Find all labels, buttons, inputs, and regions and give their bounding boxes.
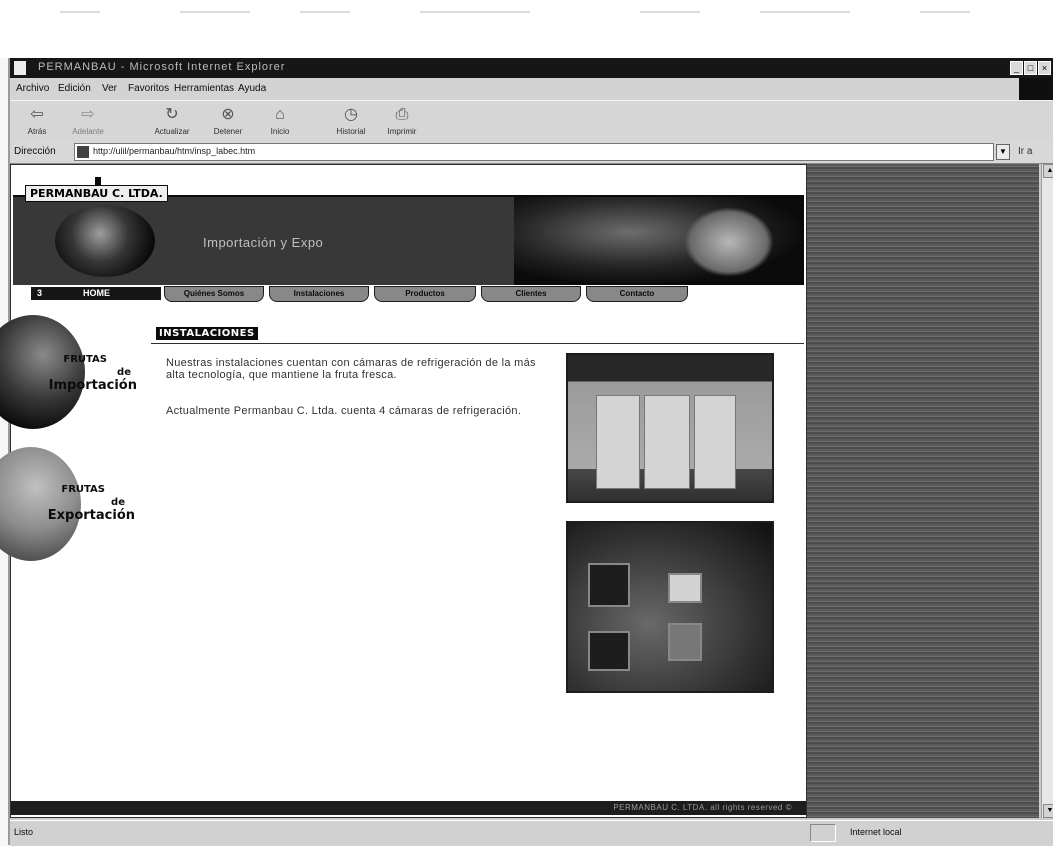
logo-marker bbox=[95, 177, 101, 185]
minimize-button[interactable]: _ bbox=[1010, 61, 1023, 75]
menu-favoritos[interactable]: Favoritos bbox=[128, 83, 169, 94]
title-bar: PERMANBAU - Microsoft Internet Explorer … bbox=[10, 58, 1053, 78]
maximize-button[interactable]: □ bbox=[1024, 61, 1037, 75]
cold-room-photo-2 bbox=[566, 521, 774, 693]
scroll-up-arrow-icon[interactable]: ▲ bbox=[1043, 164, 1053, 178]
window-title: PERMANBAU - Microsoft Internet Explorer bbox=[38, 61, 286, 73]
footer-copyright: PERMANBAU C. LTDA. all rights reserved © bbox=[613, 803, 792, 812]
menu-edicion[interactable]: Edición bbox=[58, 83, 91, 94]
nav-contacto[interactable]: Contacto bbox=[586, 286, 688, 302]
refresh-button[interactable]: ↻ Actualizar bbox=[148, 103, 196, 139]
page-icon bbox=[77, 146, 89, 158]
home-icon: ⌂ bbox=[275, 106, 285, 123]
section-divider bbox=[151, 343, 804, 344]
nav-productos[interactable]: Productos bbox=[374, 286, 476, 302]
status-text: Listo bbox=[14, 827, 34, 837]
forward-arrow-icon: ⇨ bbox=[81, 106, 95, 123]
nav-home[interactable]: 3 HOME bbox=[31, 287, 161, 300]
history-button[interactable]: ◷ Historial bbox=[330, 103, 372, 139]
nav-instalaciones[interactable]: Instalaciones bbox=[269, 286, 369, 302]
site-logo[interactable]: PERMANBAU C. LTDA. bbox=[25, 185, 168, 202]
menu-bar: Archivo Edición Ver Favoritos Herramient… bbox=[10, 78, 1053, 100]
back-button[interactable]: ⇦ Atrás bbox=[16, 103, 58, 139]
menu-archivo[interactable]: Archivo bbox=[16, 83, 49, 94]
paragraph-camaras: Actualmente Permanbau C. Ltda. cuenta 4 … bbox=[166, 405, 522, 417]
back-arrow-icon: ⇦ bbox=[30, 106, 44, 123]
address-input[interactable]: http://ulil/permanbau/htm/insp_labec.htm bbox=[74, 143, 994, 161]
link-frutas-exportacion[interactable]: FRUTAS de Exportación bbox=[31, 483, 135, 522]
menu-herramientas[interactable]: Herramientas bbox=[174, 83, 234, 94]
web-page: Importación y Expo PERMANBAU C. LTDA. 3 … bbox=[0, 164, 807, 818]
print-button[interactable]: ⎙ Imprimir bbox=[380, 103, 424, 139]
vertical-scrollbar[interactable]: ▲ ▼ bbox=[1041, 164, 1053, 818]
empty-page-area bbox=[807, 164, 1039, 818]
security-zone: Internet local bbox=[850, 827, 902, 837]
ie-app-icon bbox=[14, 61, 26, 75]
nav-quienes-somos[interactable]: Quiénes Somos bbox=[164, 286, 264, 302]
status-panel bbox=[810, 824, 836, 842]
site-banner: Importación y Expo bbox=[13, 195, 804, 287]
banner-photo bbox=[514, 197, 804, 285]
close-button[interactable]: × bbox=[1038, 61, 1051, 75]
stop-button[interactable]: ⊗ Detener bbox=[206, 103, 250, 139]
windows-logo-throbber bbox=[1019, 78, 1053, 100]
section-title: INSTALACIONES bbox=[156, 327, 258, 340]
address-label: Dirección bbox=[14, 146, 56, 157]
go-button[interactable]: Ir a bbox=[1018, 146, 1032, 157]
menu-ayuda[interactable]: Ayuda bbox=[238, 83, 266, 94]
history-icon: ◷ bbox=[344, 106, 358, 123]
home-button[interactable]: ⌂ Inicio bbox=[260, 103, 300, 139]
scroll-down-arrow-icon[interactable]: ▼ bbox=[1043, 804, 1053, 818]
address-dropdown-button[interactable]: ▼ bbox=[996, 144, 1010, 160]
link-frutas-importacion[interactable]: FRUTAS de Importación bbox=[41, 353, 137, 392]
browser-window: PERMANBAU - Microsoft Internet Explorer … bbox=[0, 58, 1053, 846]
print-icon: ⎙ bbox=[395, 106, 409, 123]
stop-icon: ⊗ bbox=[221, 106, 235, 123]
screen-top-margin bbox=[0, 0, 1053, 58]
menu-ver[interactable]: Ver bbox=[102, 83, 117, 94]
site-nav: 3 HOME Quiénes Somos Instalaciones Produ… bbox=[13, 285, 804, 305]
paragraph-instalaciones: Nuestras instalaciones cuentan con cámar… bbox=[166, 357, 536, 381]
nav-clientes[interactable]: Clientes bbox=[481, 286, 581, 302]
refresh-icon: ↻ bbox=[165, 106, 179, 123]
status-bar: Listo Internet local bbox=[10, 820, 1053, 846]
address-bar: Dirección http://ulil/permanbau/htm/insp… bbox=[10, 141, 1053, 164]
banner-fruit-image bbox=[55, 205, 155, 277]
standard-toolbar: ⇦ Atrás ⇨ Adelante ↻ Actualizar ⊗ Detene… bbox=[10, 100, 1053, 142]
site-footer: PERMANBAU C. LTDA. all rights reserved © bbox=[11, 801, 806, 815]
banner-slogan: Importación y Expo bbox=[203, 235, 324, 250]
address-url: http://ulil/permanbau/htm/insp_labec.htm bbox=[93, 146, 256, 156]
forward-button[interactable]: ⇨ Adelante bbox=[64, 103, 112, 139]
cold-room-photo-1 bbox=[566, 353, 774, 503]
